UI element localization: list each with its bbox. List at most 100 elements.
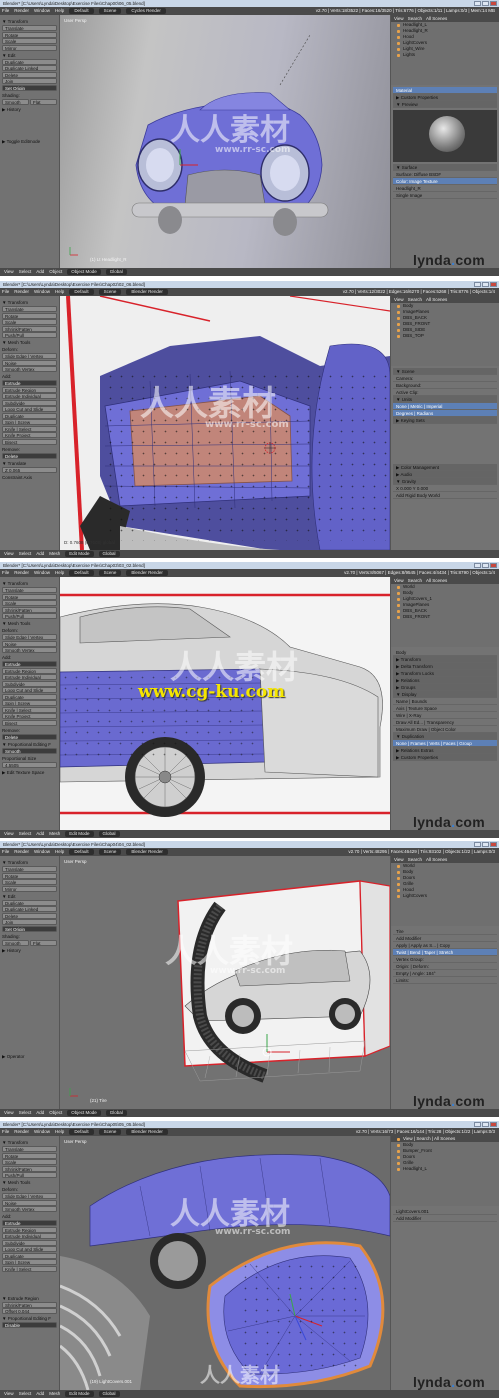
- menu-window[interactable]: Window: [34, 848, 50, 856]
- minimize-button[interactable]: [474, 1, 481, 6]
- origin-angle-fields[interactable]: Empty | Angle: 184°: [393, 970, 497, 977]
- join-button[interactable]: Join: [2, 78, 57, 84]
- layout-selector[interactable]: Default: [69, 8, 94, 14]
- scene-selector[interactable]: Scene: [98, 8, 122, 14]
- menu-file[interactable]: File: [2, 7, 9, 15]
- relations-section[interactable]: ▶ Relations: [393, 677, 497, 684]
- color-management-section[interactable]: ▶ Color Management: [393, 464, 497, 471]
- proportional-editing-selector[interactable]: Disable: [2, 1322, 57, 1328]
- render-engine-selector[interactable]: Blender Render: [126, 289, 168, 295]
- join-button[interactable]: Join: [2, 919, 57, 925]
- tool-section-header[interactable]: ▼ Transform: [2, 19, 57, 24]
- subdivide-button[interactable]: Subdivide: [2, 399, 57, 406]
- modifier-apply-row[interactable]: Apply | Apply as S... | Copy: [393, 942, 497, 949]
- gravity-values-field[interactable]: X 0.000 Y 0.000: [393, 485, 497, 492]
- deform-method-toggle[interactable]: Twist | Bend | Taper | Stretch: [393, 949, 497, 956]
- slide-edge-vertex-button[interactable]: Slide Edge | Vertex: [2, 1193, 57, 1199]
- mirror-button[interactable]: Mirror: [2, 885, 57, 892]
- translate-button[interactable]: Translate: [2, 1146, 57, 1152]
- view-menu[interactable]: View: [4, 830, 14, 838]
- menu-file[interactable]: File: [2, 1128, 9, 1136]
- preview-section[interactable]: ▼ Preview: [393, 101, 497, 108]
- spin-screw-button[interactable]: Spin | Screw: [2, 1259, 57, 1265]
- knife-select-button[interactable]: Knife | Select: [2, 1265, 57, 1272]
- spin-screw-button[interactable]: Spin | Screw: [2, 419, 57, 425]
- menu-file[interactable]: File: [2, 569, 9, 577]
- mode-selector[interactable]: Edit Mode: [65, 1391, 94, 1397]
- orientation-selector[interactable]: Global: [98, 551, 120, 557]
- display-section[interactable]: ▼ Display: [393, 691, 497, 698]
- audio-section[interactable]: ▶ Audio: [393, 471, 497, 478]
- outliner-item[interactable]: Headlight_L: [391, 1166, 499, 1172]
- flat-button[interactable]: Flat: [30, 98, 57, 105]
- transform-locks-section[interactable]: ▶ Transform Locks: [393, 670, 497, 677]
- extrude-region-operator-header[interactable]: ▼ Extrude Region: [2, 1296, 57, 1301]
- render-engine-selector[interactable]: Cycles Render: [126, 8, 166, 14]
- menu-window[interactable]: Window: [34, 7, 50, 15]
- 3d-viewport[interactable]: User Persp (19) LightCovers.001: [60, 1136, 390, 1390]
- tool-section-header[interactable]: ▼ Edit: [2, 894, 57, 899]
- slide-edge-vertex-button[interactable]: Slide Edge | Vertex: [2, 634, 57, 640]
- rotate-button[interactable]: Rotate: [2, 1152, 57, 1159]
- extrude-region-button[interactable]: Extrude Region: [2, 1226, 57, 1233]
- push-pull-button[interactable]: Push/Pull: [2, 332, 57, 338]
- close-button[interactable]: [490, 563, 497, 568]
- render-engine-selector[interactable]: Blender Render: [126, 1129, 168, 1135]
- delete-button[interactable]: Delete: [2, 71, 57, 78]
- mesh-tools-header[interactable]: ▼ Mesh Tools: [2, 1180, 57, 1185]
- subdivide-button[interactable]: Subdivide: [2, 1239, 57, 1246]
- add-modifier-dropdown[interactable]: Add Modifier: [393, 935, 497, 942]
- duplicate-button[interactable]: Duplicate: [2, 1252, 57, 1259]
- material-slot[interactable]: Material: [393, 87, 497, 94]
- scene-selector[interactable]: Scene: [98, 1129, 122, 1135]
- maximize-button[interactable]: [482, 842, 489, 847]
- tool-section-header[interactable]: ▼ Transform: [2, 860, 57, 865]
- transform-section[interactable]: ▶ Transform: [393, 656, 497, 663]
- minimize-button[interactable]: [474, 282, 481, 287]
- knife-select-button[interactable]: Knife | Select: [2, 425, 57, 432]
- menu-render[interactable]: Render: [14, 7, 29, 15]
- mesh-menu[interactable]: Mesh: [49, 550, 60, 558]
- render-engine-selector[interactable]: Blender Render: [126, 849, 168, 855]
- knife-project-button[interactable]: Knife Project: [2, 432, 57, 438]
- units-section[interactable]: ▼ Units: [393, 396, 497, 403]
- extrude-region-button[interactable]: Extrude Region: [2, 667, 57, 674]
- custom-properties-section[interactable]: ▶ Custom Properties: [393, 754, 497, 761]
- loop-cut-button[interactable]: Loop Cut and Slide: [2, 406, 57, 412]
- close-button[interactable]: [490, 1122, 497, 1127]
- offset-field[interactable]: Offset 0.044: [2, 1308, 57, 1314]
- rotate-button[interactable]: Rotate: [2, 593, 57, 600]
- bisect-button[interactable]: Bisect: [2, 719, 57, 726]
- bisect-button[interactable]: Bisect: [2, 438, 57, 445]
- shrink-fatten-button[interactable]: Shrink/Fatten: [2, 606, 57, 613]
- loop-cut-button[interactable]: Loop Cut and Slide: [2, 687, 57, 693]
- outliner-item[interactable]: Lights: [391, 52, 499, 58]
- smooth-vertex-button[interactable]: Smooth Vertex: [2, 647, 57, 653]
- delete-button[interactable]: Delete: [2, 452, 57, 459]
- orientation-selector[interactable]: Global: [98, 1391, 120, 1397]
- proportional-size-field[interactable]: 4.5505: [2, 761, 57, 768]
- rotate-button[interactable]: Rotate: [2, 872, 57, 879]
- scene-section[interactable]: ▼ Scene: [393, 368, 497, 375]
- custom-properties-section[interactable]: ▶ Custom Properties: [393, 94, 497, 101]
- mesh-tools-header[interactable]: ▼ Mesh Tools: [2, 340, 57, 345]
- smooth-button[interactable]: Smooth: [2, 98, 29, 105]
- shrink-fatten-toggle[interactable]: Shrink/Fatten: [2, 1301, 57, 1308]
- extrude-individual-button[interactable]: Extrude Individual: [2, 393, 57, 399]
- color-input-field[interactable]: Color: Image Texture: [393, 178, 497, 185]
- view-menu[interactable]: View: [4, 268, 14, 276]
- menu-help[interactable]: Help: [55, 569, 64, 577]
- flat-button[interactable]: Flat: [30, 939, 57, 946]
- slide-edge-vertex-button[interactable]: Slide Edge | Vertex: [2, 353, 57, 359]
- view-menu[interactable]: View: [4, 1109, 14, 1117]
- smooth-vertex-button[interactable]: Smooth Vertex: [2, 1206, 57, 1212]
- menu-help[interactable]: Help: [55, 7, 64, 15]
- mesh-menu[interactable]: Mesh: [49, 1390, 60, 1398]
- display-checkbox-row[interactable]: Name | Bounds: [393, 698, 497, 705]
- menu-file[interactable]: File: [2, 848, 9, 856]
- smooth-button[interactable]: Smooth: [2, 939, 29, 946]
- image-name-field[interactable]: Headlight_R: [393, 185, 497, 192]
- subdivide-button[interactable]: Subdivide: [2, 680, 57, 687]
- outliner-item[interactable]: DBS_TOP: [391, 333, 499, 339]
- scale-button[interactable]: Scale: [2, 600, 57, 606]
